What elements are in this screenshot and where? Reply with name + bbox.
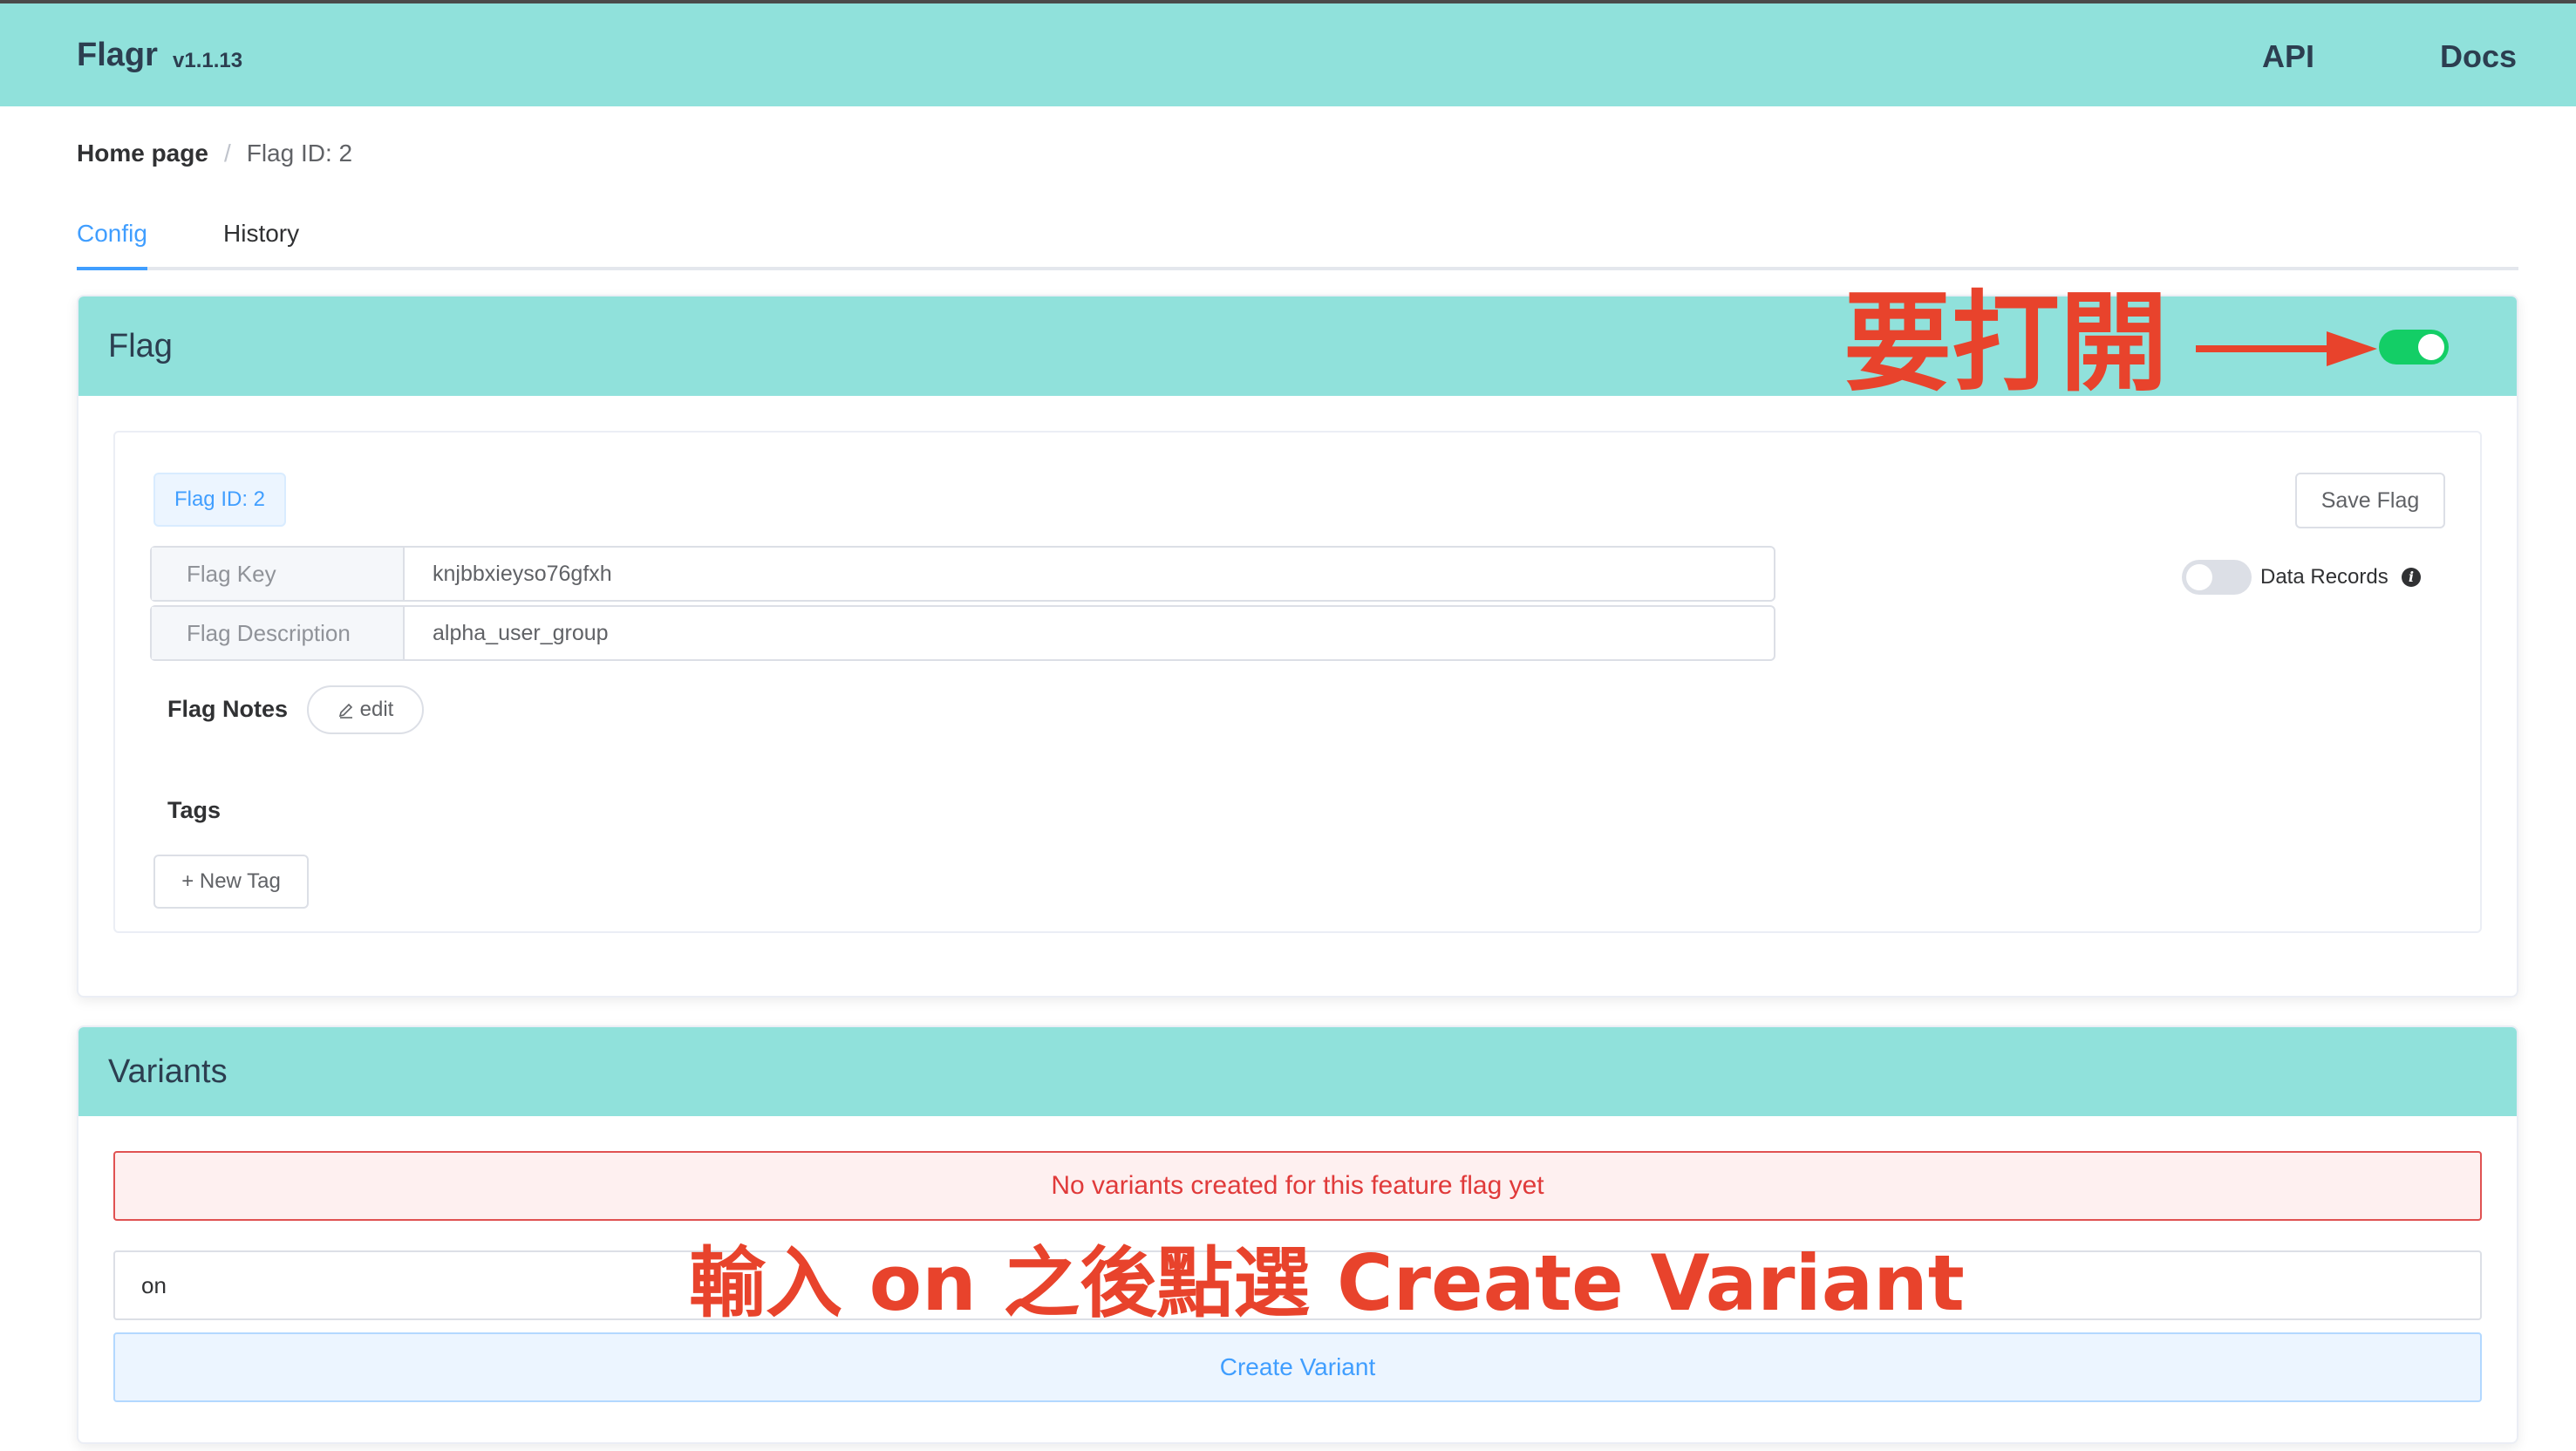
flag-notes-label: Flag Notes xyxy=(167,696,289,722)
create-variant-button[interactable]: Create Variant xyxy=(113,1332,2482,1402)
no-variants-alert: No variants created for this feature fla… xyxy=(113,1151,2482,1221)
nav-docs-link[interactable]: Docs xyxy=(2440,38,2517,75)
new-tag-button[interactable]: + New Tag xyxy=(153,855,309,909)
flag-key-field[interactable]: Flag Key knjbbxieyso76gfxh xyxy=(150,546,1775,602)
flag-key-input[interactable]: knjbbxieyso76gfxh xyxy=(433,548,612,600)
flag-key-label: Flag Key xyxy=(152,548,405,600)
nav-api-link[interactable]: API xyxy=(2262,38,2314,75)
variants-card-header: Variants xyxy=(78,1027,2517,1116)
data-records-toggle[interactable] xyxy=(2182,560,2252,595)
annotation-toggle-hint: 要打開 xyxy=(1843,281,2169,406)
breadcrumb-current: Flag ID: 2 xyxy=(246,140,353,167)
breadcrumb-home[interactable]: Home page xyxy=(77,140,208,167)
app-version: v1.1.13 xyxy=(173,49,243,72)
tab-bar: Config History xyxy=(77,201,2518,270)
pencil-icon xyxy=(338,703,352,719)
edit-notes-button[interactable]: edit xyxy=(307,685,424,734)
variants-card-title: Variants xyxy=(108,1053,228,1090)
flag-id-tag: Flag ID: 2 xyxy=(153,473,286,527)
app-brand[interactable]: Flagr xyxy=(77,37,158,74)
info-icon[interactable]: i xyxy=(2402,568,2421,587)
annotation-arrow-icon xyxy=(2196,331,2377,366)
breadcrumb: Home page / Flag ID: 2 xyxy=(77,140,352,167)
flag-enabled-toggle[interactable] xyxy=(2379,330,2449,364)
edit-label: edit xyxy=(359,698,394,721)
tab-config[interactable]: Config xyxy=(77,220,147,270)
data-records-label: Data Records xyxy=(2260,565,2389,589)
toggle-knob xyxy=(2418,334,2444,360)
breadcrumb-separator: / xyxy=(223,140,231,167)
top-navbar: Flagr v1.1.13 API Docs xyxy=(0,0,2576,106)
flag-description-input[interactable]: alpha_user_group xyxy=(433,607,609,659)
annotation-variant-hint: 輸入 on 之後點選 Create Variant xyxy=(689,1238,1965,1328)
save-flag-button[interactable]: Save Flag xyxy=(2295,473,2445,528)
toggle-knob xyxy=(2186,564,2212,590)
tab-history[interactable]: History xyxy=(223,220,299,248)
flag-description-label: Flag Description xyxy=(152,607,405,659)
flag-card-title: Flag xyxy=(108,328,173,364)
flag-details-panel xyxy=(113,431,2482,933)
flag-description-field[interactable]: Flag Description alpha_user_group xyxy=(150,605,1775,661)
tags-label: Tags xyxy=(167,797,221,823)
